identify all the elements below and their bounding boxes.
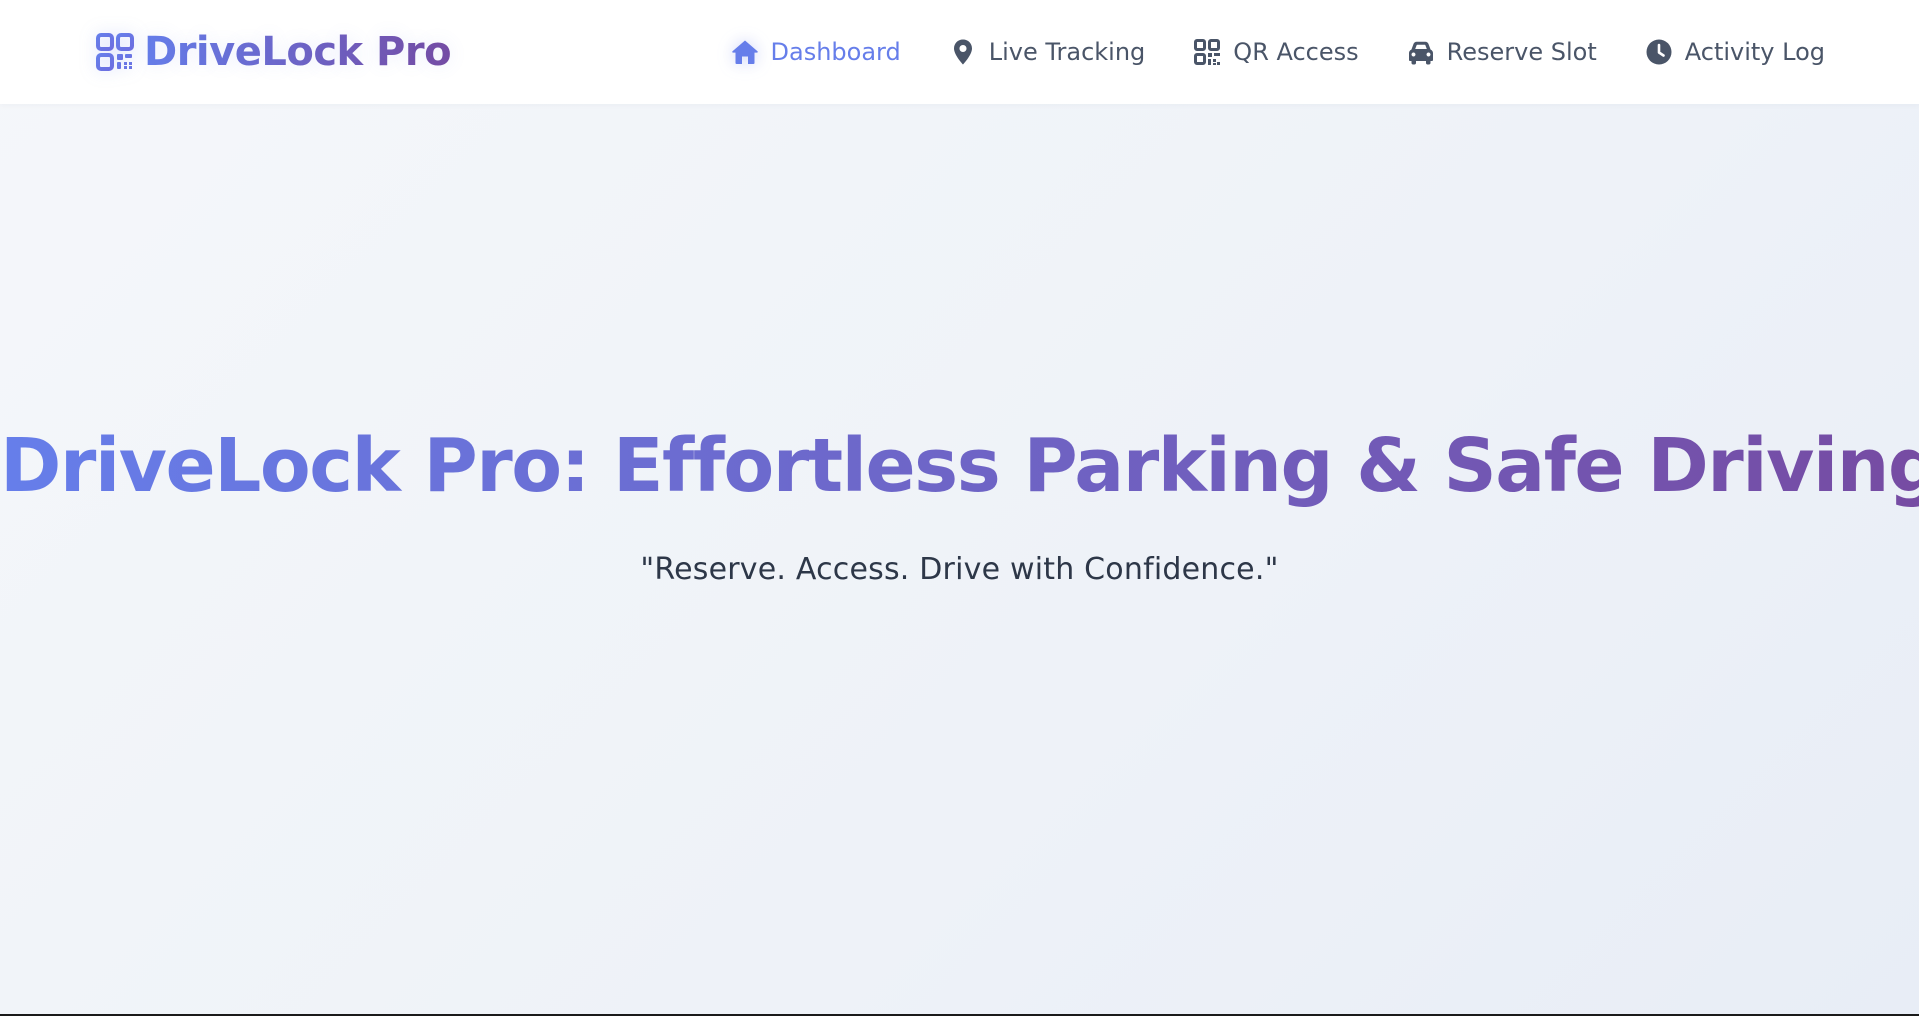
nav-item-activity-log[interactable]: Activity Log: [1645, 38, 1825, 66]
nav-item-reserve-slot[interactable]: Reserve Slot: [1407, 38, 1597, 66]
nav-item-label: QR Access: [1233, 38, 1359, 66]
page: DriveLock Pro Dashboard Live Tracking QR…: [0, 0, 1919, 1014]
nav-links: Dashboard Live Tracking QR Access Reserv…: [731, 38, 1825, 66]
hero-tagline: "Reserve. Access. Drive with Confidence.…: [640, 552, 1279, 587]
qrcode-icon: [1194, 39, 1221, 65]
nav-item-label: Reserve Slot: [1446, 38, 1597, 66]
car-icon: [1408, 41, 1433, 65]
nav-item-qr-access[interactable]: QR Access: [1193, 38, 1359, 66]
nav-item-live-tracking[interactable]: Live Tracking: [949, 38, 1146, 66]
map-pin-icon: [953, 39, 972, 65]
nav-item-label: Dashboard: [770, 38, 901, 66]
navbar: DriveLock Pro Dashboard Live Tracking QR…: [0, 0, 1919, 104]
hero-title: DriveLock Pro: Effortless Parking & Safe…: [0, 423, 1919, 509]
brand-logo-link[interactable]: DriveLock Pro: [96, 29, 452, 75]
nav-item-dashboard[interactable]: Dashboard: [731, 38, 901, 66]
nav-item-label: Live Tracking: [988, 38, 1146, 66]
brand-name: DriveLock Pro: [144, 29, 452, 75]
home-icon: [731, 40, 758, 64]
nav-item-label: Activity Log: [1684, 38, 1825, 66]
hero-title-text: DriveLock Pro: Effortless Parking & Safe…: [0, 423, 1919, 509]
qrcode-icon: [96, 33, 134, 71]
clock-icon: [1646, 39, 1672, 65]
hero-section: DriveLock Pro: Effortless Parking & Safe…: [0, 104, 1919, 1014]
